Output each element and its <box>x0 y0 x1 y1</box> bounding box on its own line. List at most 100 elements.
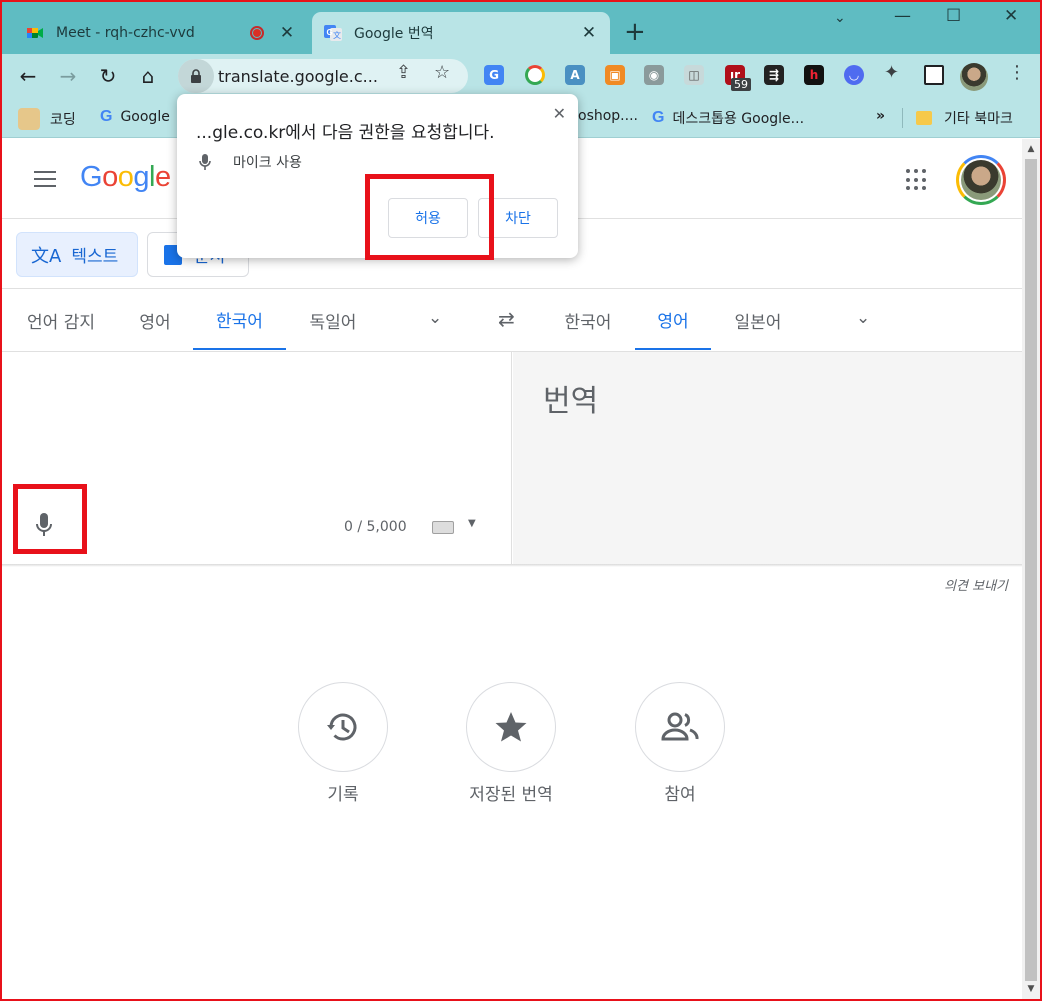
google-translate-icon: G文 <box>324 24 342 42</box>
source-lang-detect[interactable]: 언어 감지 <box>18 290 104 350</box>
extension-badge: 59 <box>731 78 751 91</box>
scroll-down-icon[interactable]: ▼ <box>1022 981 1040 997</box>
account-avatar[interactable] <box>956 155 1006 205</box>
contribute-button[interactable] <box>635 682 725 772</box>
scroll-thumb[interactable] <box>1025 159 1037 981</box>
bookmarks-overflow-button[interactable]: » <box>876 108 885 124</box>
source-lang-english[interactable]: 영어 <box>128 290 182 350</box>
scrollbar[interactable]: ▲ ▼ <box>1022 139 1040 999</box>
bookmark-item[interactable]: G 데스크톱용 Google... <box>652 108 804 128</box>
window-close-button[interactable]: ✕ <box>1004 6 1018 26</box>
new-tab-button[interactable]: + <box>624 18 646 46</box>
saved-translations-button[interactable] <box>466 682 556 772</box>
source-lang-german[interactable]: 독일어 <box>298 290 368 350</box>
bookmark-label: 데스크톱용 Google... <box>672 111 805 127</box>
svg-text:文: 文 <box>333 30 341 40</box>
translate-icon: 文A <box>31 245 62 267</box>
extension-icon[interactable]: ⇶ <box>764 65 784 85</box>
extension-icon[interactable]: ◡ <box>844 65 864 85</box>
extension-icon[interactable]: A <box>565 65 585 85</box>
tab-strip: Meet - rqh-czhc-vvd ✕ G文 Google 번역 ✕ + ⌄… <box>0 0 1042 54</box>
target-lang-english[interactable]: 영어 <box>635 290 711 350</box>
folder-icon <box>916 111 932 125</box>
microphone-icon <box>199 154 211 170</box>
home-button[interactable]: ⌂ <box>134 62 162 90</box>
bookmark-label: oshop.... <box>578 108 638 124</box>
google-logo[interactable]: Google <box>80 161 171 194</box>
target-lang-korean[interactable]: 한국어 <box>552 290 624 350</box>
people-icon <box>661 712 699 741</box>
close-icon[interactable]: ✕ <box>578 23 600 43</box>
highlight-box-mic <box>13 484 87 554</box>
scroll-up-icon[interactable]: ▲ <box>1022 141 1040 157</box>
tab-title: Meet - rqh-czhc-vvd <box>56 25 195 41</box>
swap-languages-icon[interactable]: ⇄ <box>498 307 515 331</box>
dog-icon <box>18 108 40 130</box>
close-icon[interactable]: ✕ <box>553 104 566 123</box>
highlight-box-allow <box>365 174 494 260</box>
bookmark-label: Google <box>120 109 170 125</box>
extension-icon[interactable]: ◫ <box>684 65 704 85</box>
tab-search-icon[interactable]: ⌄ <box>834 10 846 26</box>
close-icon[interactable]: ✕ <box>276 23 298 43</box>
bookmark-label: 기타 북마크 <box>944 111 1013 127</box>
share-icon[interactable]: ⇪ <box>396 62 411 83</box>
extension-icon[interactable] <box>525 65 545 85</box>
keyboard-icon[interactable] <box>432 521 454 534</box>
url-text: translate.google.c... <box>218 66 378 86</box>
forward-button[interactable]: → <box>54 62 82 90</box>
meet-icon <box>26 24 44 42</box>
saved-label: 저장된 번역 <box>469 785 553 805</box>
recording-icon <box>250 26 264 40</box>
target-lang-japanese[interactable]: 일본어 <box>722 290 794 350</box>
extensions-puzzle-icon[interactable]: ✦ <box>884 62 899 83</box>
bookmark-item[interactable]: oshop.... <box>578 108 638 124</box>
translate-extension-icon[interactable]: G <box>484 65 504 85</box>
tab-meet[interactable]: Meet - rqh-czhc-vvd ✕ <box>16 12 308 54</box>
menu-kebab-icon[interactable]: ⋮ <box>1008 62 1026 83</box>
profile-avatar[interactable] <box>960 63 988 91</box>
history-label: 기록 <box>327 785 359 805</box>
bookmark-star-icon[interactable]: ☆ <box>434 62 450 83</box>
extension-icon[interactable]: ◉ <box>644 65 664 85</box>
translation-panel: 번역 <box>513 352 1022 564</box>
send-feedback-link[interactable]: 의견 보내기 <box>944 575 1008 594</box>
bookmark-label: 코딩 <box>50 112 76 128</box>
extension-icon[interactable]: h <box>804 65 824 85</box>
chevron-down-icon[interactable]: ⌄ <box>428 308 442 328</box>
permission-row: 마이크 사용 <box>199 152 302 172</box>
minimize-button[interactable]: — <box>894 6 911 26</box>
char-counter: 0 / 5,000 <box>344 519 407 535</box>
language-bar: 언어 감지 영어 한국어 독일어 ⌄ ⇄ 한국어 영어 일본어 ⌄ <box>2 290 1022 352</box>
mode-label: 텍스트 <box>71 247 119 267</box>
google-apps-icon[interactable] <box>906 169 928 191</box>
popup-title: ...gle.co.kr에서 다음 권한을 요청합니다. <box>196 123 495 143</box>
browser-toolbar: ← → ↻ ⌂ translate.google.c... ⇪ ☆ G A ▣ … <box>0 54 1042 98</box>
caret-down-icon[interactable]: ▼ <box>468 518 476 529</box>
bookmark-item[interactable]: G Google <box>100 108 170 126</box>
divider <box>902 108 903 128</box>
google-icon: G <box>652 109 665 126</box>
lock-icon[interactable] <box>178 59 214 93</box>
side-panel-icon[interactable] <box>924 65 944 85</box>
tab-title: Google 번역 <box>354 26 434 42</box>
bookmark-folder-other[interactable]: 기타 북마크 <box>916 108 1013 128</box>
hamburger-menu-icon[interactable] <box>34 171 56 187</box>
google-translate-page: Google 文A 텍스트 문서 언어 감지 영어 한국어 독일어 ⌄ ⇄ 한국… <box>2 139 1022 999</box>
back-button[interactable]: ← <box>14 62 42 90</box>
reload-button[interactable]: ↻ <box>94 62 122 90</box>
history-button[interactable] <box>298 682 388 772</box>
address-bar[interactable]: translate.google.c... <box>178 59 468 93</box>
star-icon <box>495 712 527 742</box>
chevron-down-icon[interactable]: ⌄ <box>856 308 870 328</box>
source-lang-korean[interactable]: 한국어 <box>193 290 286 350</box>
maximize-button[interactable]: ☐ <box>946 6 961 26</box>
contribute-label: 참여 <box>664 785 696 805</box>
tab-google-translate[interactable]: G文 Google 번역 ✕ <box>312 12 610 54</box>
divider <box>2 564 1022 567</box>
text-mode-button[interactable]: 文A 텍스트 <box>16 232 138 277</box>
extension-icon[interactable]: ▣ <box>605 65 625 85</box>
bookmark-item[interactable]: 코딩 <box>18 108 76 130</box>
translation-output: 번역 <box>543 384 599 419</box>
google-icon: G <box>100 108 113 125</box>
